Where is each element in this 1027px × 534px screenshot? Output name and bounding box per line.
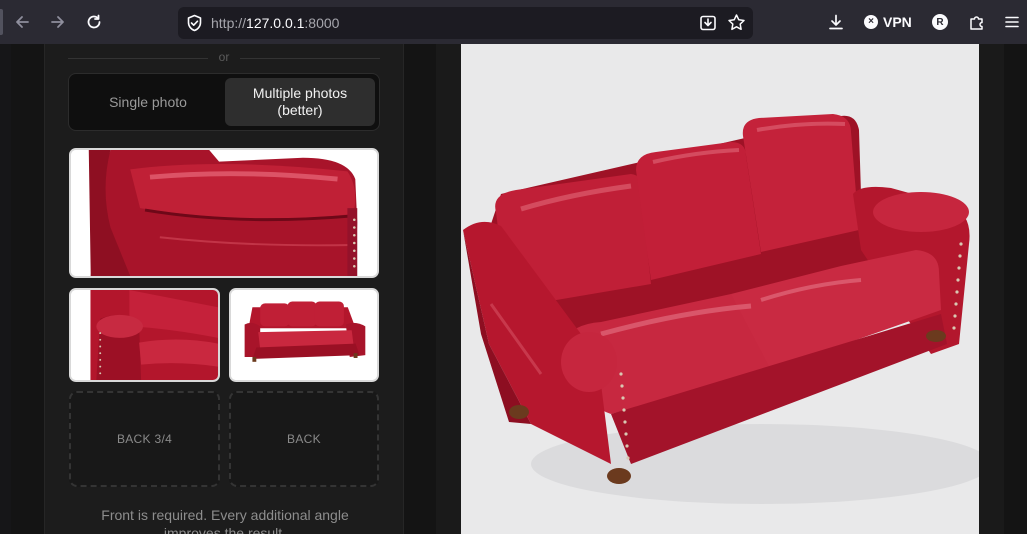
or-label: or (218, 50, 230, 64)
or-divider: or (68, 50, 380, 66)
forward-arrow-icon[interactable] (47, 11, 69, 33)
sofa-quarter-view-image (71, 290, 218, 380)
page-right-gutter (1004, 44, 1027, 534)
url-port: :8000 (304, 15, 340, 31)
photo-mode-toggle: Single photo Multiple photos (better) (68, 73, 380, 131)
hint-line: improves the result. (163, 525, 287, 534)
sofa-preview-image (461, 44, 979, 534)
single-photo-option[interactable]: Single photo (73, 78, 223, 126)
page-viewport: or Single photo Multiple photos (better) (0, 44, 1027, 534)
multiple-photos-label: Multiple photos (252, 85, 348, 101)
sofa-preview (461, 44, 979, 534)
url-scheme: http:// (211, 15, 247, 31)
save-page-icon[interactable] (699, 14, 717, 37)
back-arrow-icon[interactable] (11, 11, 33, 33)
shield-icon[interactable] (186, 14, 203, 37)
multiple-photos-sublabel: (better) (277, 102, 323, 118)
multiple-photos-option[interactable]: Multiple photos (better) (225, 78, 375, 126)
back-three-quarter-upload-slot[interactable]: BACK 3/4 (69, 391, 220, 487)
menu-icon[interactable] (1001, 11, 1023, 33)
back-upload-slot[interactable]: BACK (229, 391, 379, 487)
extensions-icon[interactable] (966, 11, 988, 33)
hint-line: Front is required. Every additional angl… (101, 507, 349, 523)
url-host: 127.0.0.1 (246, 15, 305, 31)
account-avatar[interactable]: R (932, 14, 948, 30)
sofa-full-view-image (231, 290, 377, 380)
upload-hint: Front is required. Every additional angl… (70, 506, 380, 534)
vpn-label: VPN (883, 14, 912, 30)
tab-edge[interactable] (0, 9, 3, 35)
bookmark-star-icon[interactable] (727, 13, 746, 37)
url-text[interactable]: http://127.0.0.1:8000 (211, 15, 339, 31)
front-photo-thumbnail[interactable] (69, 148, 379, 278)
browser-toolbar: http://127.0.0.1:8000 × VPN R (0, 0, 1027, 44)
side-photo-thumbnail[interactable] (229, 288, 379, 382)
sofa-arm-closeup-image (71, 150, 377, 276)
download-icon[interactable] (825, 11, 847, 33)
page-gutter (0, 44, 11, 534)
address-bar[interactable]: http://127.0.0.1:8000 (178, 7, 753, 39)
reload-icon[interactable] (83, 11, 105, 33)
front-three-quarter-photo-thumbnail[interactable] (69, 288, 220, 382)
vpn-off-icon: × (864, 15, 878, 29)
vpn-button[interactable]: × VPN (864, 12, 912, 32)
